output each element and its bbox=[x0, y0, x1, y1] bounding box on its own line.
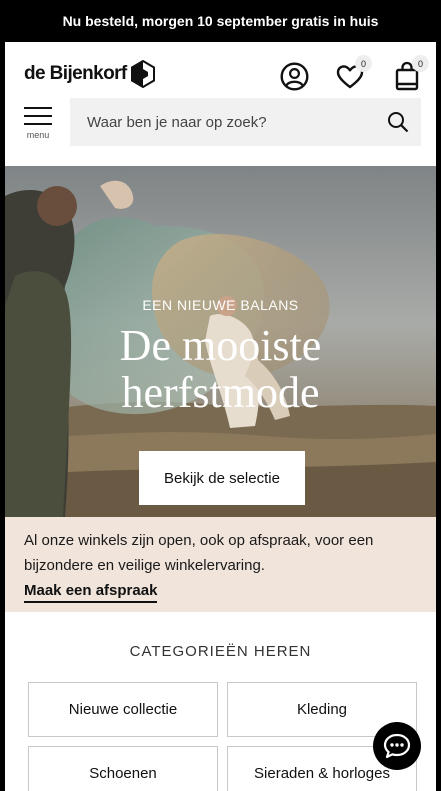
search-bar[interactable] bbox=[70, 98, 421, 146]
categories-section: CATEGORIEËN HEREN Nieuwe collectie Kledi… bbox=[5, 612, 436, 791]
category-new-collection[interactable]: Nieuwe collectie bbox=[28, 682, 218, 737]
notice-text: Al onze winkels zijn open, ook op afspra… bbox=[24, 532, 374, 574]
hero-title: De mooiste herfstmode bbox=[5, 322, 436, 416]
search-input[interactable] bbox=[70, 98, 375, 146]
store-notice: Al onze winkels zijn open, ook op afspra… bbox=[5, 517, 436, 612]
page: Nu besteld, morgen 10 september gratis i… bbox=[5, 0, 436, 791]
search-button[interactable] bbox=[375, 98, 421, 146]
bag-button[interactable]: 0 bbox=[394, 55, 429, 92]
hero-title-line-2: herfstmode bbox=[121, 368, 320, 417]
hero-banner[interactable]: EEN NIEUWE BALANS De mooiste herfstmode … bbox=[5, 166, 436, 517]
hero-eyebrow: EEN NIEUWE BALANS bbox=[142, 297, 299, 313]
account-icon bbox=[279, 61, 309, 91]
logo-mark-icon bbox=[130, 60, 155, 88]
chat-button[interactable] bbox=[373, 722, 421, 770]
hero-title-line-1: De mooiste bbox=[119, 321, 322, 370]
bag-count-badge: 0 bbox=[412, 55, 429, 72]
search-icon bbox=[388, 112, 409, 133]
chat-icon bbox=[383, 733, 411, 759]
promo-text: Nu besteld, morgen 10 september gratis i… bbox=[62, 13, 379, 29]
hamburger-icon bbox=[24, 107, 52, 125]
make-appointment-link[interactable]: Maak een afspraak bbox=[24, 581, 158, 603]
category-shoes[interactable]: Schoenen bbox=[28, 746, 218, 791]
menu-label: menu bbox=[26, 130, 50, 140]
menu-button[interactable]: menu bbox=[23, 105, 53, 143]
logo[interactable]: de Bijenkorf bbox=[24, 60, 155, 88]
view-selection-button[interactable]: Bekijk de selectie bbox=[139, 451, 305, 505]
categories-title: CATEGORIEËN HEREN bbox=[129, 643, 312, 660]
logo-text: de Bijenkorf bbox=[24, 63, 127, 84]
promo-bar: Nu besteld, morgen 10 september gratis i… bbox=[5, 0, 436, 42]
wishlist-count-badge: 0 bbox=[355, 55, 372, 72]
wishlist-button[interactable]: 0 bbox=[335, 55, 372, 92]
account-button[interactable] bbox=[279, 61, 309, 91]
